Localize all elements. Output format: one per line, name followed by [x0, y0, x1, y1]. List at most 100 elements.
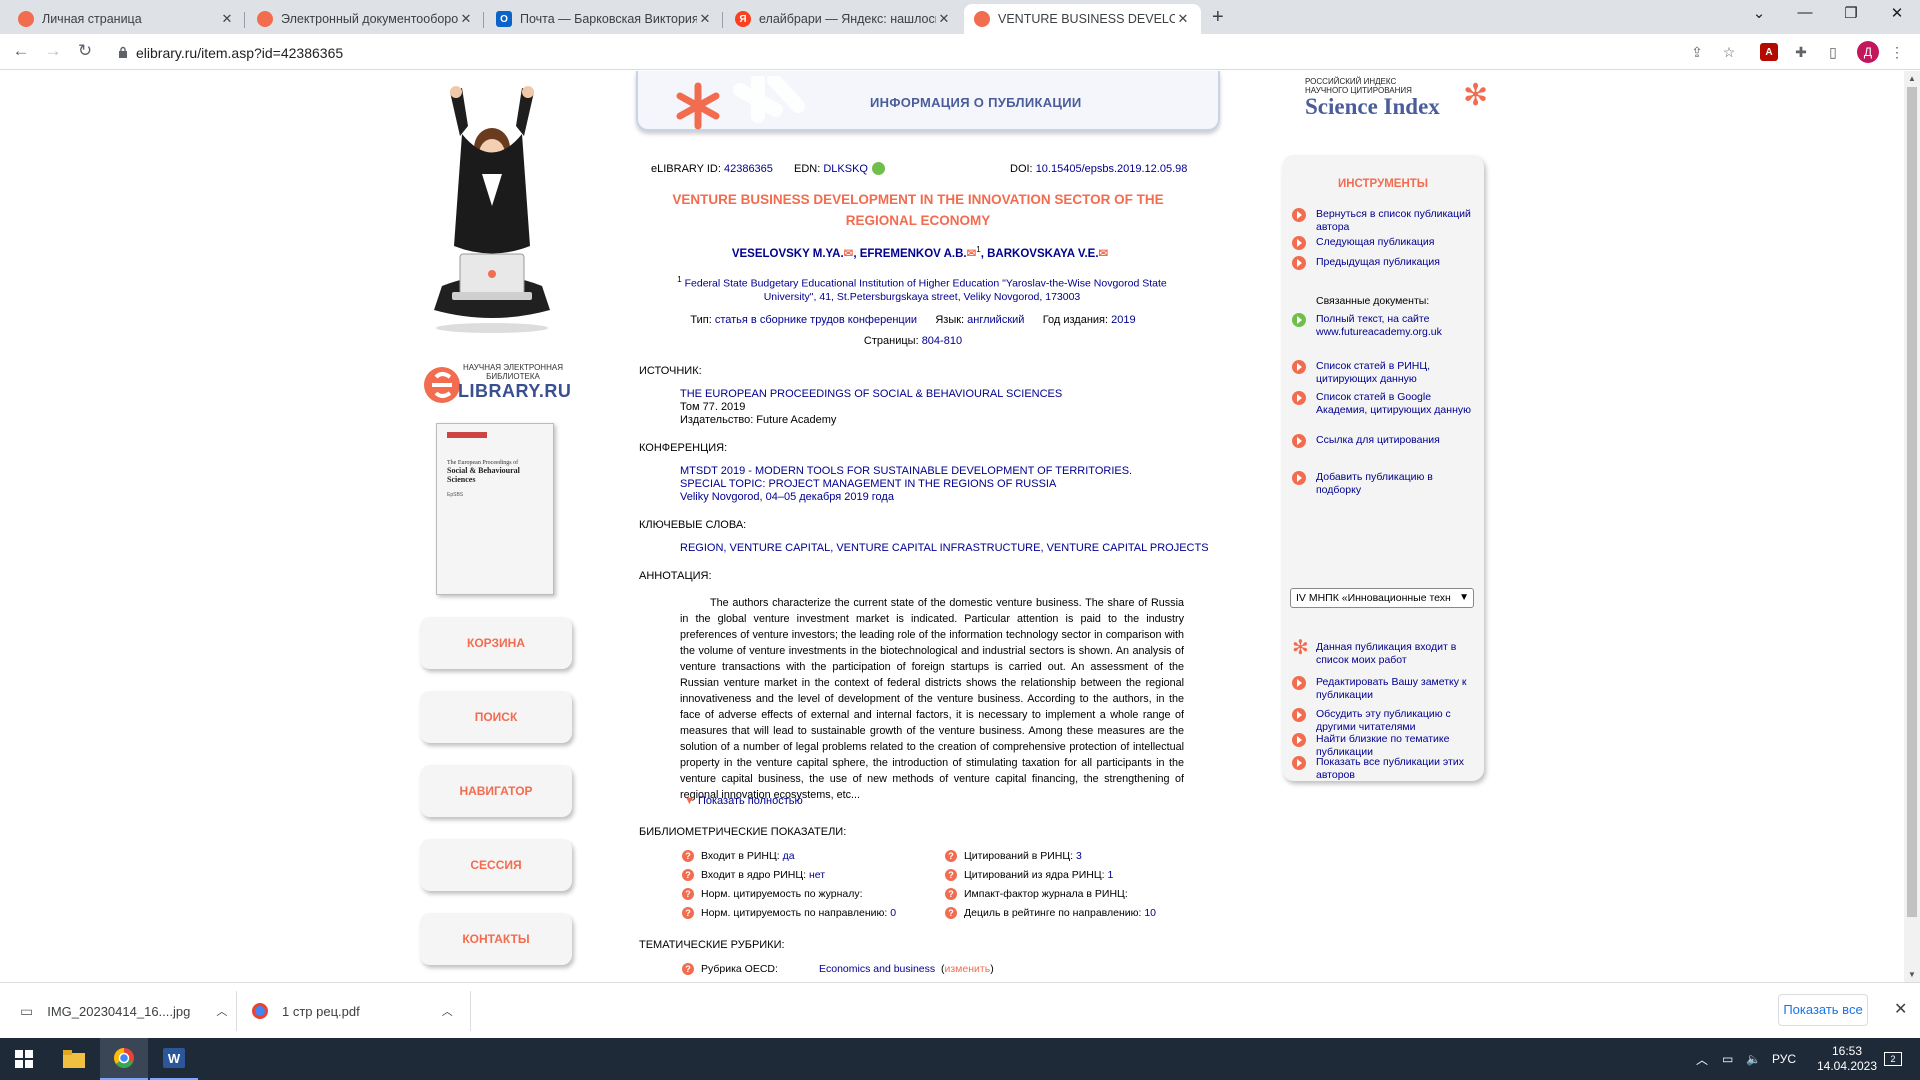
notifications-icon[interactable]: 2 [1884, 1038, 1902, 1080]
search-button[interactable]: ПОИСК [420, 691, 572, 743]
word-taskbar-icon[interactable]: W [150, 1038, 198, 1080]
elib-logo-top: НАУЧНАЯ ЭЛЕКТРОННАЯ [463, 363, 563, 372]
tab-edo[interactable]: Электронный документооборот ✕ [247, 4, 484, 34]
help-icon[interactable]: ? [682, 963, 694, 975]
author-link[interactable]: EFREMENKOV A.B. [860, 248, 967, 260]
scroll-thumb[interactable] [1907, 87, 1917, 917]
keyword-link[interactable]: REGION [680, 542, 723, 554]
volume-icon[interactable]: 🔈 [1746, 1038, 1761, 1080]
triangle-down-icon: ▼ [684, 795, 695, 807]
chrome-taskbar-icon[interactable] [100, 1038, 148, 1080]
metric-norm-journal: ? Норм. цитируемость по журналу: [682, 888, 865, 900]
arrow-bullet-icon [1292, 256, 1306, 270]
show-all-downloads-button[interactable]: Показать все [1778, 994, 1868, 1026]
help-icon[interactable]: ? [945, 869, 957, 881]
menu-kebab-icon[interactable]: ⋮ [1888, 43, 1906, 61]
show-full-link[interactable]: ▼ Показать полностью [684, 795, 803, 807]
acrobat-extension-icon[interactable]: A [1760, 43, 1778, 61]
profile-avatar[interactable]: Д [1857, 41, 1879, 63]
close-icon[interactable]: ✕ [458, 11, 474, 27]
author-link[interactable]: VESELOVSKY M.YA. [732, 248, 844, 260]
affiliation-text: Federal State Budgetary Educational Inst… [684, 277, 1167, 303]
all-author-publications[interactable]: Показать все публикации этих авторов [1292, 756, 1478, 782]
add-to-collection[interactable]: Добавить публикацию в подборку [1292, 471, 1478, 497]
keywords-label: КЛЮЧЕВЫЕ СЛОВА: [639, 519, 747, 531]
keyword-link[interactable]: VENTURE CAPITAL [730, 542, 831, 554]
extensions-puzzle-icon[interactable]: ✚ [1792, 43, 1810, 61]
conference-link[interactable]: MTSDT 2019 - MODERN TOOLS FOR SUSTAINABL… [680, 465, 1180, 491]
edit-note[interactable]: Редактировать Вашу заметку к публикации [1292, 676, 1478, 702]
mail-icon[interactable]: ✉ [967, 248, 977, 260]
close-icon[interactable]: ✕ [936, 11, 952, 27]
back-icon[interactable]: ← [10, 41, 32, 61]
help-icon[interactable]: ? [945, 850, 957, 862]
change-link[interactable]: изменить [945, 963, 991, 975]
windows-start-icon[interactable] [0, 1038, 48, 1080]
close-icon[interactable]: ✕ [697, 11, 713, 27]
file-explorer-icon[interactable] [50, 1038, 98, 1080]
collection-select[interactable]: IV МНПК «Инновационные техн ▼ [1290, 588, 1474, 608]
new-tab-button[interactable]: + [1212, 6, 1224, 29]
tab-search-icon[interactable]: ⌄ [1736, 4, 1782, 22]
tab-mail[interactable]: O Почта — Барковская Виктория ✕ [486, 4, 723, 34]
help-icon[interactable]: ? [945, 888, 957, 900]
help-icon[interactable]: ? [682, 907, 694, 919]
close-icon[interactable]: ✕ [219, 11, 235, 27]
session-button[interactable]: СЕССИЯ [420, 839, 572, 891]
keyword-link[interactable]: VENTURE CAPITAL INFRASTRUCTURE [836, 542, 1040, 554]
science-index-logo[interactable]: РОССИЙСКИЙ ИНДЕКС НАУЧНОГО ЦИТИРОВАНИЯ S… [1305, 77, 1488, 127]
tray-chevron-icon[interactable]: ︿ [1696, 1038, 1708, 1080]
mail-icon[interactable]: ✉ [1099, 248, 1109, 260]
full-text-link[interactable]: Полный текст, на сайте www.futureacademy… [1292, 313, 1478, 339]
url-field[interactable]: elibrary.ru/item.asp?id=42386365 [108, 41, 1748, 65]
metric-rinc-core: ? Входит в ядро РИНЦ: нет [682, 869, 825, 881]
tab-yandex[interactable]: Я елайбрари — Яндекс: нашлось ✕ [725, 4, 962, 34]
chevron-up-icon[interactable]: ︿ [216, 1003, 227, 1019]
prev-publication[interactable]: Предыдущая публикация [1292, 256, 1478, 270]
reload-icon[interactable]: ↻ [74, 41, 96, 61]
download-item-pdf[interactable]: 1 стр рец.pdf ︿ [252, 983, 453, 1039]
help-icon[interactable]: ? [682, 888, 694, 900]
keyword-link[interactable]: VENTURE CAPITAL PROJECTS [1047, 542, 1209, 554]
mail-icon[interactable]: ✉ [844, 248, 854, 260]
chevron-up-icon[interactable]: ︿ [442, 1003, 453, 1019]
help-icon[interactable]: ? [945, 907, 957, 919]
scroll-down-icon[interactable]: ▼ [1908, 970, 1916, 979]
download-item-jpg[interactable]: ▭ IMG_20230414_16....jpg ︿ [20, 983, 227, 1039]
network-icon[interactable]: ▭ [1722, 1038, 1733, 1080]
share-icon[interactable]: ⇪ [1688, 43, 1706, 61]
forward-icon[interactable]: → [42, 41, 64, 61]
close-downloads-icon[interactable]: ✕ [1894, 999, 1907, 1019]
qr-code-icon[interactable] [872, 162, 885, 175]
citation-link[interactable]: Ссылка для цитирования [1292, 434, 1478, 448]
input-language[interactable]: РУС [1772, 1038, 1796, 1080]
basket-button[interactable]: КОРЗИНА [420, 617, 572, 669]
scroll-up-icon[interactable]: ▲ [1908, 74, 1916, 83]
tab-venture-active[interactable]: VENTURE BUSINESS DEVELOPME ✕ [964, 4, 1201, 34]
vertical-scrollbar[interactable]: ▲ ▼ [1904, 71, 1920, 982]
bookmark-star-icon[interactable]: ☆ [1720, 43, 1738, 61]
in-my-works[interactable]: ✻ Данная публикация входит в список моих … [1292, 638, 1478, 667]
rinc-citing-list[interactable]: Список статей в РИНЦ, цитирующих данную [1292, 360, 1478, 386]
elibrary-logo[interactable]: НАУЧНАЯ ЭЛЕКТРОННАЯ БИБЛИОТЕКА LIBRARY.R… [422, 361, 572, 405]
next-publication[interactable]: Следующая публикация [1292, 236, 1478, 250]
journal-link[interactable]: THE EUROPEAN PROCEEDINGS OF SOCIAL & BEH… [680, 388, 1062, 401]
close-icon[interactable]: ✕ [1175, 11, 1191, 27]
clock[interactable]: 16:53 14.04.2023 [1812, 1038, 1882, 1080]
oecd-value[interactable]: Economics and business [819, 963, 935, 975]
discuss-publication[interactable]: Обсудить эту публикацию с другими читате… [1292, 708, 1478, 734]
minimize-icon[interactable]: — [1782, 4, 1828, 21]
similar-publications[interactable]: Найти близкие по тематике публикации [1292, 733, 1478, 759]
maximize-icon[interactable]: ❐ [1828, 4, 1874, 22]
help-icon[interactable]: ? [682, 869, 694, 881]
help-icon[interactable]: ? [682, 850, 694, 862]
contacts-button[interactable]: КОНТАКТЫ [420, 913, 572, 965]
side-panel-icon[interactable]: ▯ [1824, 43, 1842, 61]
author-link[interactable]: BARKOVSKAYA V.E. [987, 248, 1098, 260]
back-to-author-list[interactable]: Вернуться в список публикаций автора [1292, 208, 1478, 234]
tab-personal-page[interactable]: Личная страница ✕ [8, 4, 245, 34]
window-close-icon[interactable]: ✕ [1874, 4, 1920, 22]
journal-cover[interactable]: The European Proceedings of Social & Beh… [436, 423, 554, 595]
google-scholar-citing[interactable]: Список статей в Google Академия, цитирую… [1292, 391, 1478, 417]
navigator-button[interactable]: НАВИГАТОР [420, 765, 572, 817]
